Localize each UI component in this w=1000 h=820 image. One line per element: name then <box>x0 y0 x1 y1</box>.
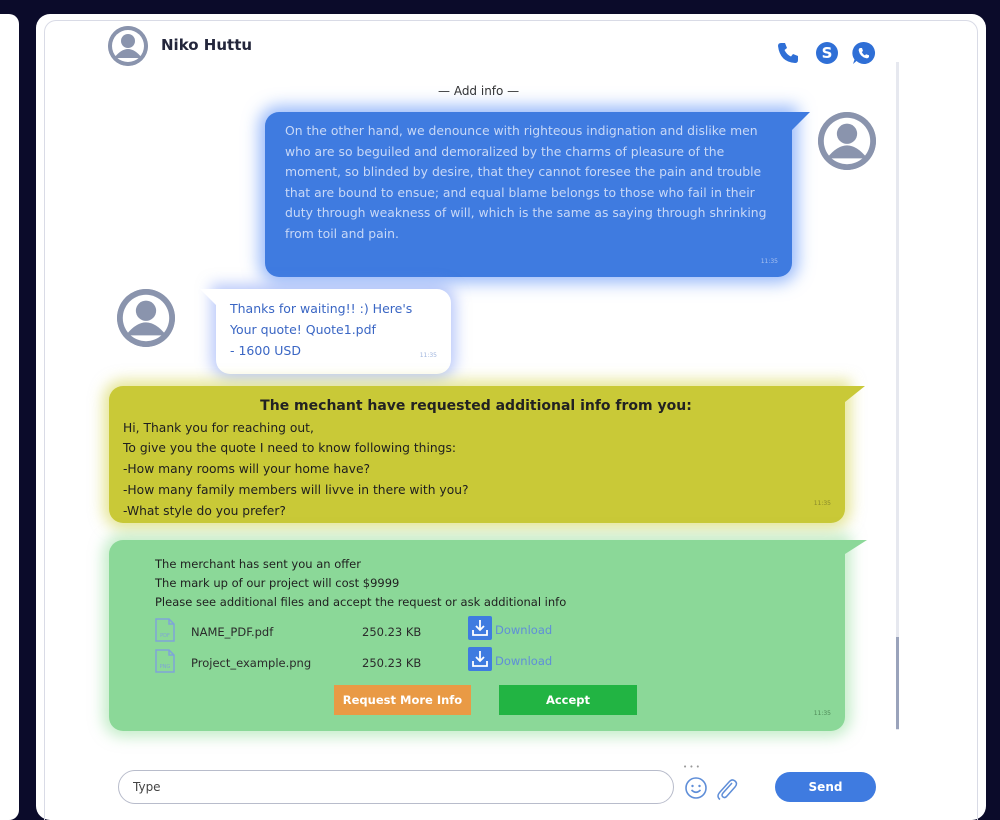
typing-indicator-dots: • • • <box>683 763 700 771</box>
info-request-line: -What style do you prefer? <box>123 503 286 518</box>
info-request-line: -How many rooms will your home have? <box>123 462 371 477</box>
message-time: 11:35 <box>813 710 831 717</box>
png-file-icon: PNG <box>155 649 175 673</box>
message-line: Thanks for waiting!! :) Here's <box>230 301 413 316</box>
attachment-size: 250.23 KB <box>362 656 422 670</box>
bubble-tail <box>200 289 216 305</box>
info-request-bubble: The mechant have requested additional in… <box>109 386 865 523</box>
bubble-tail <box>845 540 867 554</box>
add-info-divider: — Add info — <box>438 84 520 98</box>
whatsapp-icon[interactable] <box>852 41 876 65</box>
scrollbar-thumb[interactable] <box>896 637 899 729</box>
offer-bubble: The merchant has sent you an offer The m… <box>109 540 867 731</box>
background-window-edge <box>0 14 19 820</box>
attachment-size: 250.23 KB <box>362 625 422 639</box>
paperclip-icon[interactable] <box>714 776 738 802</box>
info-request-title: The mechant have requested additional in… <box>260 398 692 414</box>
message-line: - 1600 USD <box>230 343 301 358</box>
attachment-name: NAME_PDF.pdf <box>191 625 274 639</box>
message-time: 11:35 <box>419 352 437 359</box>
chat-panel: Niko Huttu S — Add info — On the other h… <box>36 14 986 820</box>
quote-file-link[interactable]: Your quote! Quote1.pdf <box>230 319 441 340</box>
file-type-label: PDF <box>160 633 170 639</box>
user-avatar <box>818 112 876 170</box>
contact-name: Niko Huttu <box>161 36 253 54</box>
contact-message-avatar <box>117 289 175 347</box>
skype-icon[interactable]: S <box>815 41 839 65</box>
emoji-icon[interactable] <box>684 776 708 800</box>
send-button[interactable]: Send <box>775 772 876 802</box>
download-link[interactable]: Download <box>495 621 552 640</box>
message-input[interactable] <box>118 770 674 804</box>
incoming-message-bubble: Thanks for waiting!! :) Here's Your quot… <box>200 289 451 374</box>
pdf-file-icon: PDF <box>155 618 175 642</box>
message-text: On the other hand, we denounce with righ… <box>285 123 767 241</box>
offer-line: The merchant has sent you an offer <box>155 557 361 571</box>
info-request-line: -How many family members will livve in t… <box>123 482 469 497</box>
download-link[interactable]: Download <box>495 652 552 671</box>
svg-text:S: S <box>822 44 833 62</box>
outgoing-message-bubble: On the other hand, we denounce with righ… <box>265 112 810 277</box>
message-time: 11:35 <box>813 500 831 508</box>
offer-line: The mark up of our project will cost $99… <box>155 576 400 590</box>
file-type-label: PNG <box>160 664 171 670</box>
bubble-tail <box>792 112 810 130</box>
attachment-name: Project_example.png <box>191 656 312 670</box>
request-more-info-button[interactable]: Request More Info <box>334 685 471 715</box>
info-request-line: Hi, Thank you for reaching out, <box>123 420 314 435</box>
message-time: 11:35 <box>760 257 778 265</box>
offer-line: Please see additional files and accept t… <box>155 595 567 609</box>
phone-icon[interactable] <box>776 41 800 65</box>
bubble-tail <box>845 386 865 402</box>
info-request-line: To give you the quote I need to know fol… <box>123 441 457 456</box>
contact-avatar[interactable] <box>108 26 148 66</box>
accept-button[interactable]: Accept <box>499 685 637 715</box>
download-icon[interactable] <box>468 616 492 640</box>
message-scrollbar[interactable] <box>896 62 899 730</box>
download-icon[interactable] <box>468 647 492 671</box>
